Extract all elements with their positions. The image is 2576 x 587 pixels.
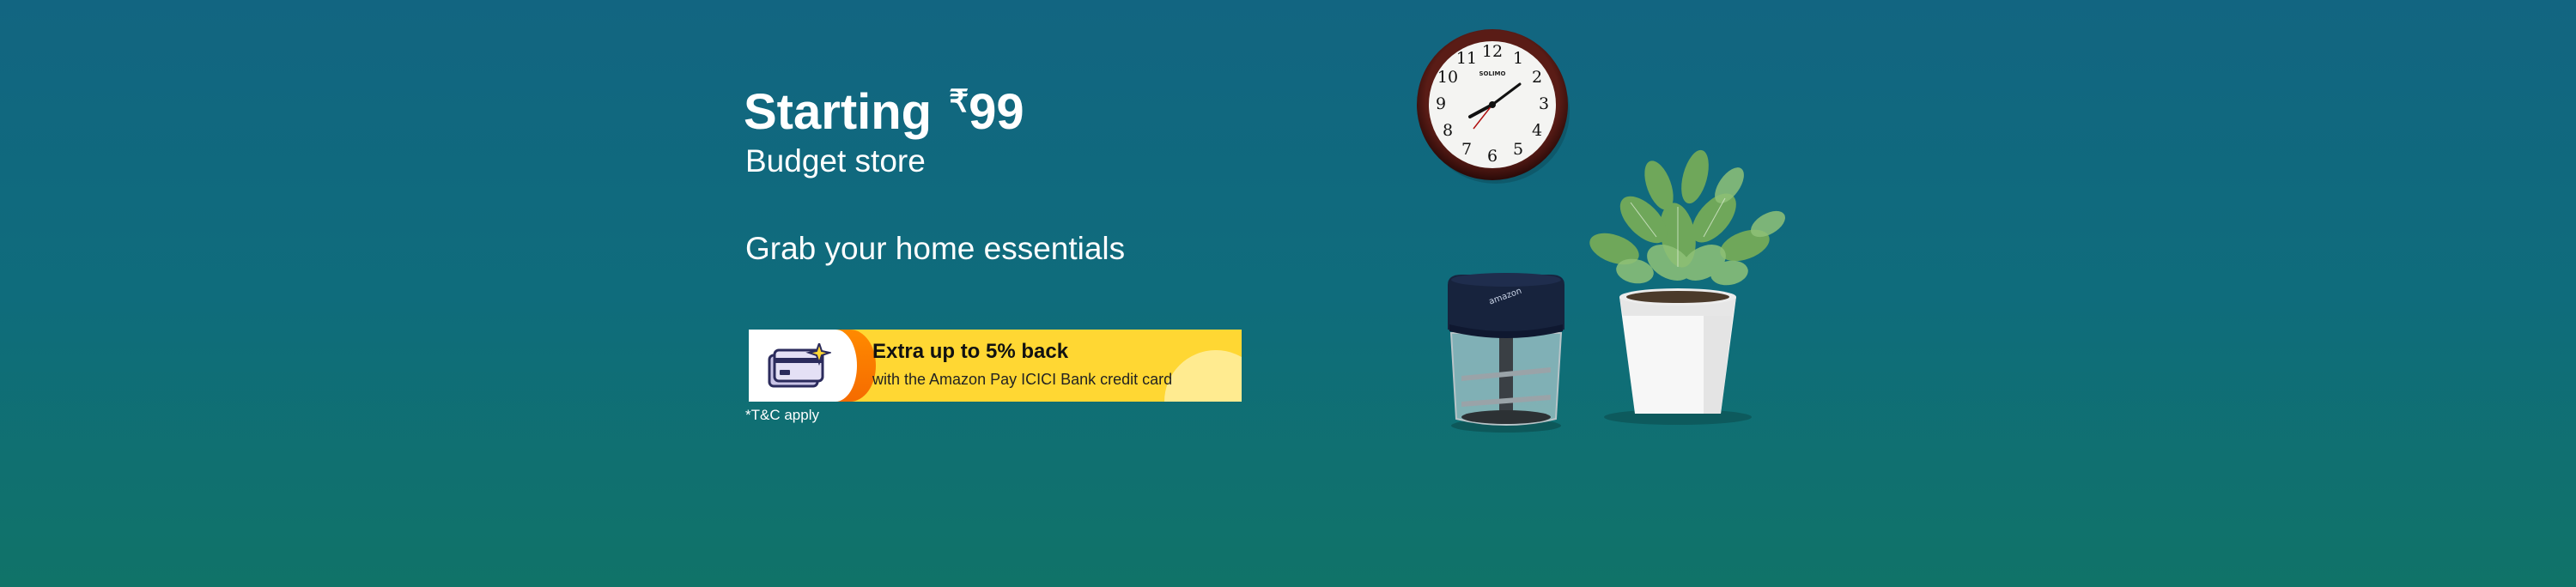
- headline-price: 99: [969, 84, 1024, 140]
- clock-num-4: 4: [1532, 121, 1542, 140]
- bank-offer-badge[interactable]: Extra up to 5% back with the Amazon Pay …: [749, 330, 1242, 402]
- clock-num-6: 6: [1487, 147, 1498, 166]
- credit-card-icon: [768, 343, 831, 388]
- clock-num-12: 12: [1482, 42, 1503, 61]
- clock-num-11: 11: [1456, 49, 1477, 68]
- clock-num-8: 8: [1443, 121, 1453, 140]
- clock-num-5: 5: [1513, 140, 1523, 159]
- offer-title: Extra up to 5% back: [872, 340, 1069, 363]
- clock-num-3: 3: [1539, 94, 1549, 113]
- clock-num-1: 1: [1513, 49, 1523, 68]
- clock-num-2: 2: [1532, 68, 1542, 87]
- tagline: Grab your home essentials: [745, 231, 1126, 266]
- subtitle: Budget store: [745, 143, 926, 179]
- clock-num-7: 7: [1461, 140, 1472, 159]
- headline: Starting ₹99: [744, 69, 1024, 145]
- clock-brand: SOLIMO: [1479, 70, 1506, 77]
- clock-num-10: 10: [1437, 68, 1458, 87]
- promo-banner[interactable]: Starting ₹99 Budget store Grab your home…: [0, 0, 2576, 587]
- potted-plant-image: [1589, 149, 1785, 425]
- offer-description: with the Amazon Pay ICICI Bank credit ca…: [872, 371, 1173, 388]
- headline-prefix: Starting: [744, 84, 933, 140]
- terms-note: *T&C apply: [745, 407, 819, 423]
- clock-num-9: 9: [1436, 94, 1446, 113]
- rupee-symbol: ₹: [949, 83, 969, 118]
- offer-decor-bubble: [1164, 350, 1242, 402]
- vegetable-chopper-image: amazon: [1448, 273, 1564, 433]
